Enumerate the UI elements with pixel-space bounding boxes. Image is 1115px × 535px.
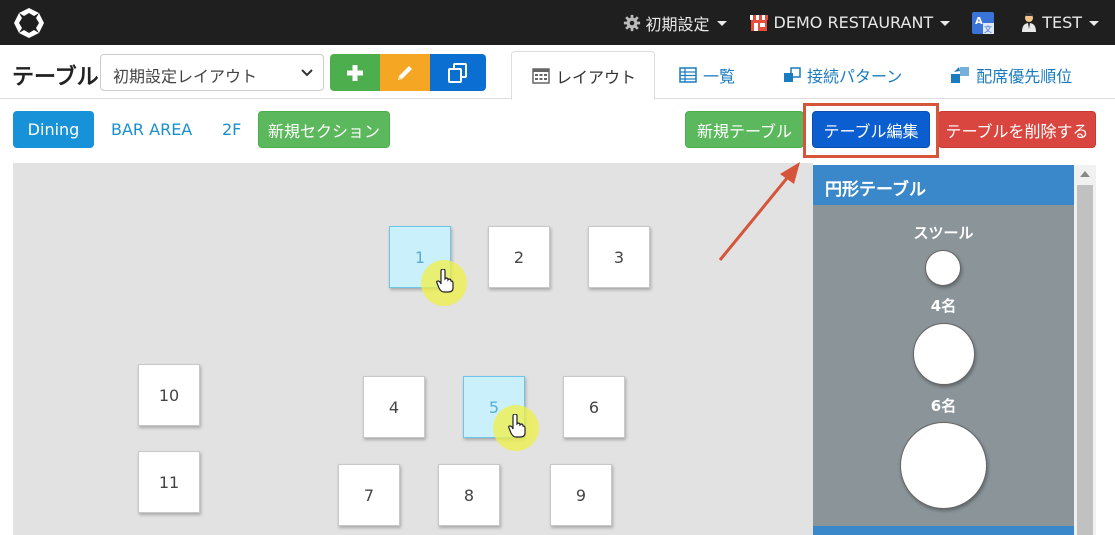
section-bar: Dining BAR AREA 2F 新規セクション 新規テーブル テーブル編集… bbox=[0, 100, 1115, 160]
delete-table-button[interactable]: テーブルを削除する bbox=[938, 111, 1096, 148]
user-avatar-icon bbox=[1022, 12, 1037, 32]
page-header: テーブル 初期設定レイアウト レイアウト 一覧 接続パターン 配席優先順位 bbox=[0, 45, 1115, 100]
chevron-down-icon bbox=[940, 21, 951, 26]
table-tile[interactable]: 10 bbox=[138, 364, 200, 426]
annotation-highlight-box bbox=[803, 103, 939, 158]
section-dining[interactable]: Dining bbox=[13, 111, 94, 148]
tab-seat-priority-label: 配席優先順位 bbox=[976, 67, 1073, 86]
table-tile[interactable]: 11 bbox=[138, 451, 200, 513]
list-table-icon bbox=[679, 67, 697, 83]
calendar-grid-icon bbox=[532, 67, 550, 84]
table-tile[interactable]: 4 bbox=[363, 376, 425, 438]
add-layout-button[interactable] bbox=[330, 54, 380, 91]
page-title: テーブル bbox=[12, 65, 99, 90]
panel-scrollbar[interactable] bbox=[1074, 165, 1096, 535]
section-2f[interactable]: 2F bbox=[222, 111, 241, 148]
table-tile[interactable]: 7 bbox=[338, 464, 400, 526]
gear-icon bbox=[623, 14, 640, 31]
table-shape-panel: 円形テーブル スツール 4名 6名 bbox=[813, 165, 1074, 535]
settings-menu[interactable]: 初期設定 bbox=[623, 11, 727, 35]
layout-select[interactable]: 初期設定レイアウト bbox=[100, 54, 324, 91]
restaurant-label: DEMO RESTAURANT bbox=[773, 13, 934, 32]
tab-layout-label: レイアウト bbox=[556, 67, 637, 87]
scroll-thumb[interactable] bbox=[1077, 185, 1093, 535]
view-tabs: レイアウト 一覧 接続パターン 配席優先順位 bbox=[511, 51, 1096, 100]
shape-label-4: 4名 bbox=[930, 297, 957, 315]
layout-canvas[interactable]: 1 2 3 10 4 5 6 11 7 8 9 bbox=[13, 163, 813, 535]
table-tile[interactable]: 2 bbox=[488, 226, 550, 288]
shape-stool[interactable] bbox=[925, 250, 961, 286]
restaurant-menu[interactable]: DEMO RESTAURANT bbox=[749, 13, 951, 32]
chevron-down-icon bbox=[1089, 21, 1099, 26]
svg-text:文: 文 bbox=[984, 24, 992, 34]
tab-connection-pattern[interactable]: 接続パターン bbox=[759, 51, 926, 99]
scroll-up-icon[interactable] bbox=[1080, 171, 1090, 177]
shape-circle-6[interactable] bbox=[900, 422, 987, 509]
chevron-down-icon bbox=[301, 69, 313, 77]
annotation-arrow-icon bbox=[718, 162, 800, 261]
layout-actions bbox=[330, 54, 486, 91]
tab-layout[interactable]: レイアウト bbox=[511, 51, 656, 100]
hand-pointer-icon bbox=[436, 269, 454, 293]
svg-text:A: A bbox=[975, 16, 983, 27]
top-navbar: 初期設定 DEMO RESTAURANT A 文 TEST bbox=[0, 0, 1115, 45]
panel-title: 円形テーブル bbox=[813, 165, 1074, 205]
link-squares-icon bbox=[784, 67, 801, 82]
copy-icon bbox=[448, 62, 467, 83]
shape-label-stool: スツール bbox=[913, 224, 974, 242]
translate-icon: A 文 bbox=[972, 11, 995, 34]
section-bar-area[interactable]: BAR AREA bbox=[111, 111, 192, 148]
layout-select-value: 初期設定レイアウト bbox=[113, 67, 258, 86]
hand-pointer-icon bbox=[508, 414, 526, 438]
table-tile[interactable]: 8 bbox=[438, 464, 500, 526]
copy-layout-button[interactable] bbox=[430, 54, 486, 91]
shape-label-6: 6名 bbox=[930, 397, 957, 415]
user-label: TEST bbox=[1042, 13, 1082, 32]
panel-next-header bbox=[813, 526, 1074, 535]
plus-icon bbox=[347, 64, 363, 81]
translate-button[interactable]: A 文 bbox=[972, 11, 999, 34]
priority-icon bbox=[951, 67, 970, 83]
store-icon bbox=[749, 14, 768, 31]
tab-seat-priority[interactable]: 配席優先順位 bbox=[926, 51, 1096, 99]
table-tile[interactable]: 9 bbox=[550, 464, 612, 526]
tab-list-label: 一覧 bbox=[703, 67, 736, 86]
new-table-button[interactable]: 新規テーブル bbox=[685, 111, 804, 148]
tab-list[interactable]: 一覧 bbox=[655, 51, 759, 99]
app-logo-icon[interactable] bbox=[12, 6, 46, 40]
table-tile[interactable]: 3 bbox=[588, 226, 650, 288]
tab-connection-label: 接続パターン bbox=[807, 67, 903, 86]
pencil-icon bbox=[398, 65, 412, 80]
table-tile[interactable]: 6 bbox=[563, 376, 625, 438]
edit-layout-button[interactable] bbox=[380, 54, 430, 91]
user-menu[interactable]: TEST bbox=[1021, 12, 1099, 33]
new-section-button[interactable]: 新規セクション bbox=[258, 111, 390, 148]
chevron-down-icon bbox=[716, 21, 727, 26]
shape-circle-4[interactable] bbox=[913, 323, 975, 385]
settings-label: 初期設定 bbox=[645, 14, 710, 34]
